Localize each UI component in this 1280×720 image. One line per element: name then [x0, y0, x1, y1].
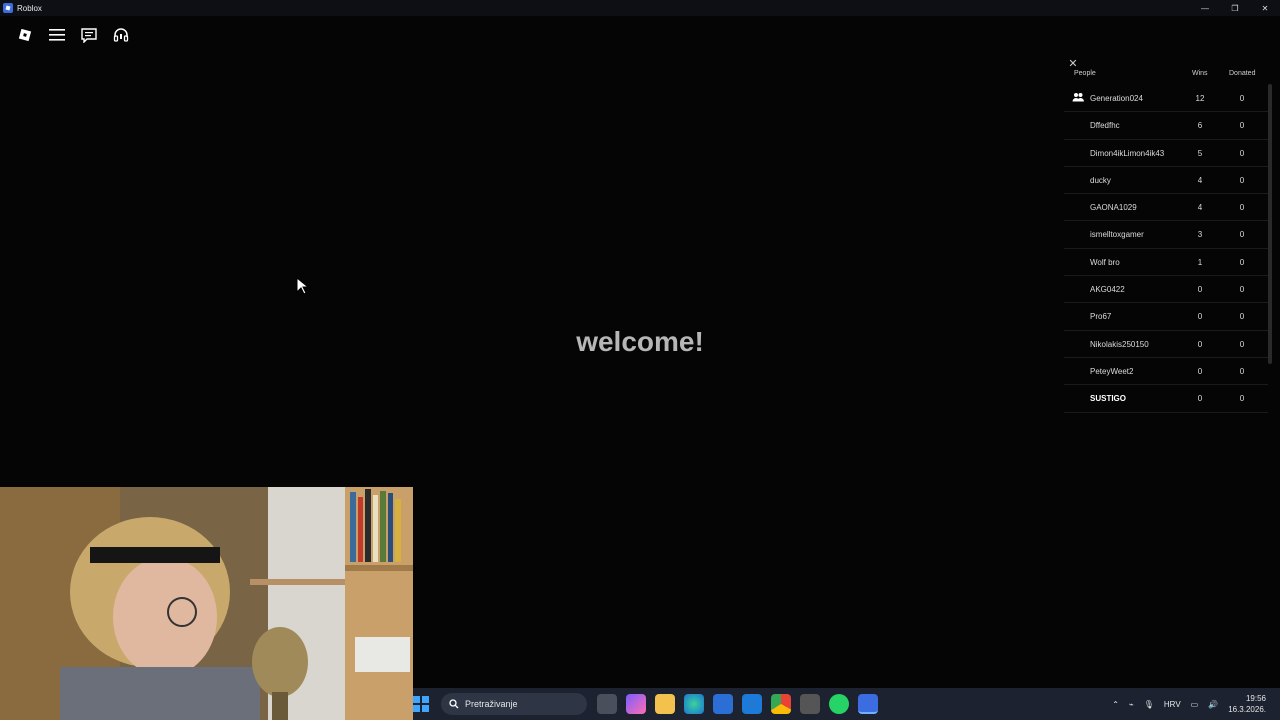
leaderboard-row[interactable]: SUSTIGO 0 0 — [1064, 385, 1268, 413]
roblox-app-icon — [3, 3, 13, 13]
microphone-icon[interactable]: 🎙 — [1144, 700, 1154, 709]
language-indicator[interactable]: HRV — [1164, 700, 1181, 709]
player-wins: 4 — [1197, 175, 1203, 185]
search-icon — [449, 699, 459, 709]
window-title: Roblox — [17, 3, 42, 13]
hamburger-menu-button[interactable] — [44, 22, 70, 48]
player-wins: 0 — [1197, 366, 1203, 376]
close-window-button[interactable]: ✕ — [1250, 0, 1280, 16]
window-titlebar: Roblox — ❐ ✕ — [0, 0, 1280, 16]
chat-button[interactable] — [76, 22, 102, 48]
player-donated: 0 — [1239, 312, 1245, 322]
taskbar-search[interactable]: Pretraživanje — [441, 693, 587, 715]
display-icon[interactable]: ▭ — [1191, 700, 1199, 709]
col-wins: Wins — [1192, 70, 1208, 77]
player-name: Nikolakis250150 — [1090, 339, 1149, 349]
leaderboard-row[interactable]: PeteyWeet2 0 0 — [1064, 358, 1268, 386]
player-donated: 0 — [1239, 230, 1245, 240]
player-name: Dimon4ikLimon4ik43 — [1090, 148, 1165, 158]
player-name: SUSTIGO — [1090, 394, 1127, 404]
player-wins: 5 — [1197, 148, 1203, 158]
whatsapp-icon[interactable] — [829, 694, 849, 714]
chat-icon — [81, 27, 97, 43]
minimize-button[interactable]: — — [1190, 0, 1220, 16]
task-view-icon[interactable] — [597, 694, 617, 714]
player-wins: 1 — [1197, 257, 1203, 267]
settings-gear-icon[interactable] — [800, 694, 820, 714]
leaderboard-list: Generation024 12 0 Dffedfhc 6 0 Dimon4ikLimon4… — [1064, 85, 1268, 413]
player-donated: 0 — [1239, 94, 1245, 103]
leaderboard-header: People Wins Donated — [1064, 70, 1276, 80]
player-name: Generation024 — [1090, 94, 1143, 103]
leaderboard-row[interactable]: Nikolakis250150 0 0 — [1064, 331, 1268, 358]
file-explorer-icon[interactable] — [655, 694, 675, 714]
player-donated: 0 — [1239, 175, 1245, 185]
leaderboard-row[interactable]: ducky 4 0 — [1064, 167, 1268, 195]
leaderboard-row[interactable]: Dimon4ikLimon4ik43 5 0 — [1064, 140, 1268, 167]
network-icon[interactable]: ⌁ — [1129, 700, 1134, 709]
headset-icon — [113, 28, 129, 42]
webcam-overlay — [0, 487, 413, 720]
leaderboard-panel: ✕ People Wins Donated Generation024 12 0 Df… — [1064, 58, 1276, 413]
roblox-menu-button[interactable] — [12, 22, 38, 48]
col-donated: Donated — [1229, 70, 1256, 77]
leaderboard-row[interactable]: Pro67 0 0 — [1064, 303, 1268, 331]
maximize-button[interactable]: ❐ — [1220, 0, 1250, 16]
player-donated: 0 — [1239, 257, 1245, 267]
mouse-cursor-icon — [296, 277, 308, 295]
player-donated: 0 — [1239, 203, 1245, 213]
player-name: Dffedfhc — [1090, 121, 1120, 131]
player-name: ducky — [1090, 175, 1111, 185]
player-name: Pro67 — [1090, 312, 1112, 322]
player-wins: 0 — [1197, 312, 1203, 322]
player-donated: 0 — [1239, 148, 1245, 158]
player-donated: 0 — [1239, 121, 1245, 131]
col-people: People — [1074, 70, 1096, 77]
player-name: AKG0422 — [1090, 285, 1125, 295]
roblox-logo-icon — [18, 28, 32, 42]
voice-button[interactable] — [108, 22, 134, 48]
leaderboard-row[interactable]: Dffedfhc 6 0 — [1064, 112, 1268, 140]
tray-chevron-icon[interactable]: ⌃ — [1112, 700, 1119, 709]
player-wins: 0 — [1197, 394, 1203, 404]
player-wins: 12 — [1195, 94, 1205, 103]
leaderboard-row[interactable]: AKG0422 0 0 — [1064, 276, 1268, 304]
leaderboard-row[interactable]: Generation024 12 0 — [1064, 85, 1268, 113]
volume-icon[interactable]: 🔊 — [1208, 700, 1218, 709]
player-donated: 0 — [1239, 366, 1245, 376]
player-wins: 3 — [1197, 230, 1203, 240]
windows-taskbar: Pretraživanje ⌃ ⌁ 🎙 HRV ▭ 🔊 19:56 16.3.2… — [413, 688, 1280, 720]
microsoft-store-icon[interactable] — [713, 694, 733, 714]
start-button[interactable] — [413, 696, 429, 712]
player-wins: 0 — [1197, 339, 1203, 349]
player-wins: 4 — [1197, 203, 1203, 213]
player-name: GAONA1029 — [1090, 203, 1137, 213]
chrome-icon[interactable] — [771, 694, 791, 714]
clock-date: 16.3.2026. — [1228, 705, 1266, 714]
mail-icon[interactable] — [742, 694, 762, 714]
leaderboard-row[interactable]: Wolf bro 1 0 — [1064, 249, 1268, 277]
player-donated: 0 — [1239, 285, 1245, 295]
player-donated: 0 — [1239, 339, 1245, 349]
clock[interactable]: 19:56 16.3.2026. — [1228, 693, 1266, 715]
menu-icon — [49, 29, 65, 41]
roblox-taskbar-icon[interactable] — [858, 694, 878, 714]
clock-time: 19:56 — [1245, 694, 1266, 703]
search-placeholder: Pretraživanje — [465, 699, 518, 709]
player-name: ismelltoxgamer — [1090, 230, 1144, 240]
player-name: PeteyWeet2 — [1090, 366, 1134, 376]
friends-icon — [1072, 93, 1084, 102]
leaderboard-row[interactable]: ismelltoxgamer 3 0 — [1064, 221, 1268, 249]
player-donated: 0 — [1239, 394, 1245, 404]
leaderboard-scrollbar[interactable] — [1268, 84, 1272, 364]
player-name: Wolf bro — [1090, 257, 1120, 267]
webcam-image — [0, 487, 413, 720]
player-wins: 0 — [1197, 285, 1203, 295]
leaderboard-row[interactable]: GAONA1029 4 0 — [1064, 194, 1268, 222]
copilot-icon[interactable] — [626, 694, 646, 714]
player-wins: 6 — [1197, 121, 1203, 131]
leaderboard-close-icon[interactable]: ✕ — [1067, 58, 1079, 70]
edge-browser-icon[interactable] — [684, 694, 704, 714]
